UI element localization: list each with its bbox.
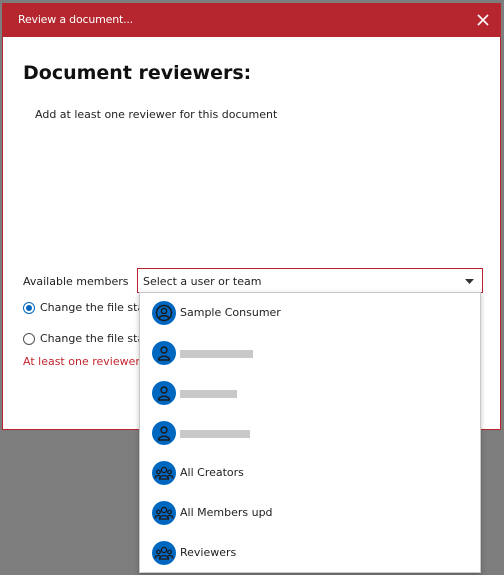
close-icon <box>477 14 489 26</box>
list-item[interactable]: All Members upd <box>140 493 480 533</box>
user-icon <box>152 341 176 365</box>
available-members-label: Available members <box>23 275 129 288</box>
chevron-down-icon <box>465 279 474 284</box>
dialog-titlebar: Review a document... <box>3 4 500 37</box>
validation-error: At least one reviewer is <box>23 355 153 368</box>
page-title: Document reviewers: <box>23 62 252 84</box>
list-item-label: All Members upd <box>180 506 273 519</box>
team-icon <box>152 501 176 525</box>
redacted-name <box>180 430 250 438</box>
list-item[interactable]: Reviewers <box>140 533 480 573</box>
dialog-title: Review a document... <box>18 13 133 26</box>
team-icon <box>152 541 176 565</box>
list-item[interactable]: Sample Consumer <box>140 293 480 333</box>
radio-button[interactable] <box>23 332 35 345</box>
list-item[interactable]: All Creators <box>140 453 480 493</box>
list-item-label: Reviewers <box>180 546 237 559</box>
redacted-name <box>180 350 253 358</box>
member-dropdown-list: Sample Consumer All Creators All Members… <box>139 292 481 573</box>
select-placeholder: Select a user or team <box>143 275 262 288</box>
redacted-name <box>180 390 237 398</box>
user-icon <box>152 421 176 445</box>
list-item[interactable] <box>140 373 480 413</box>
close-button[interactable] <box>472 9 494 31</box>
list-item[interactable] <box>140 333 480 373</box>
user-circle-icon <box>152 301 176 325</box>
list-item[interactable] <box>140 413 480 453</box>
list-item-label: All Creators <box>180 466 244 479</box>
list-item-label: Sample Consumer <box>180 306 281 319</box>
user-icon <box>152 381 176 405</box>
member-select[interactable]: Select a user or team <box>137 268 483 293</box>
instruction-text: Add at least one reviewer for this docum… <box>35 108 278 121</box>
radio-button-checked[interactable] <box>23 301 35 314</box>
team-icon <box>152 461 176 485</box>
